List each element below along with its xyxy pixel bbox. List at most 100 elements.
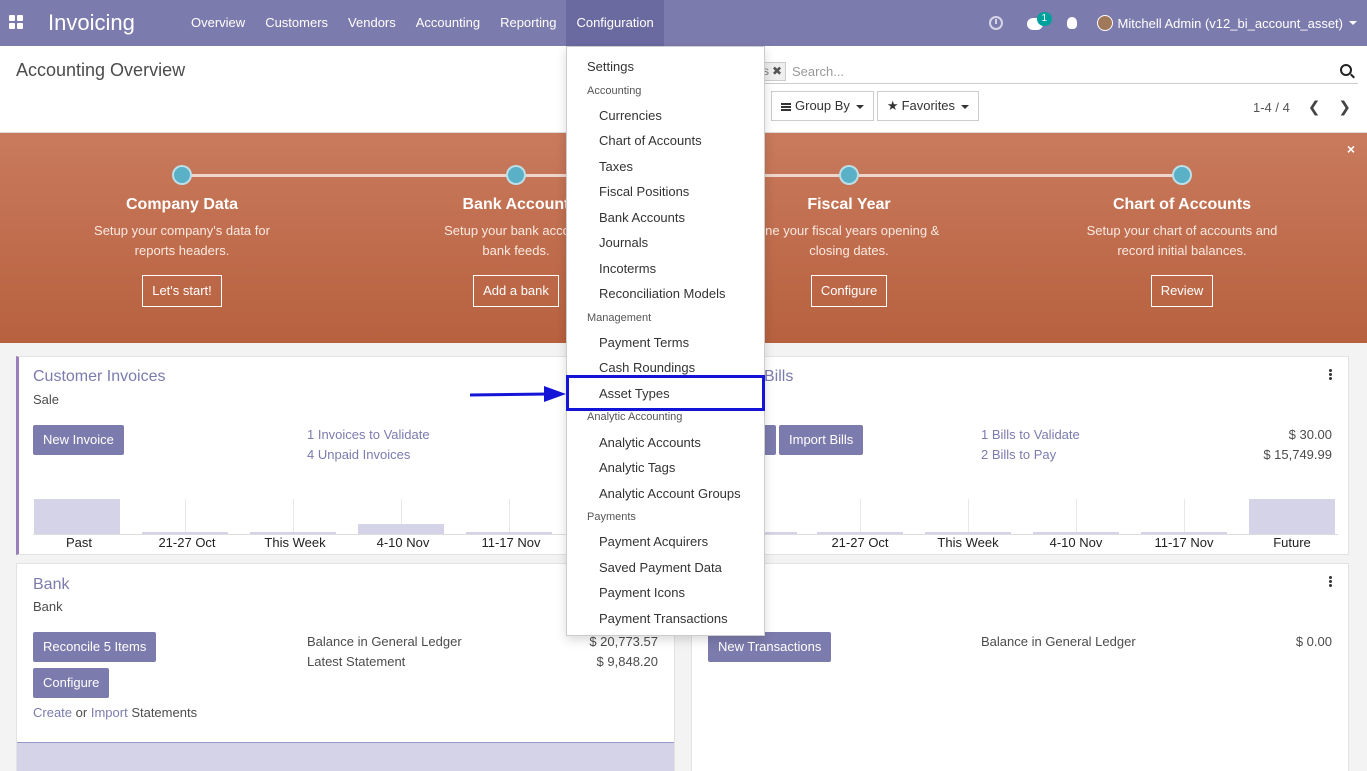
menu-item-payment-icons[interactable]: Payment Icons [599,585,685,600]
menu-vendors[interactable]: Vendors [338,0,406,46]
menu-reporting[interactable]: Reporting [490,0,566,46]
chart-bar [249,532,337,534]
review-button[interactable]: Review [1150,275,1214,307]
card-subtitle: Sale [33,392,60,407]
bills-to-pay-link[interactable]: 2 Bills to Pay [981,447,1056,462]
section-header-management: Management [587,312,652,324]
bills-to-validate-amount: $ 30.00 [1288,427,1332,442]
statements-text: Statements [131,705,198,720]
bars-icon [781,103,791,111]
menu-item-incoterms[interactable]: Incoterms [599,261,656,276]
menu-item-chart-of-accounts[interactable]: Chart of Accounts [599,133,702,148]
bug-icon[interactable] [1066,17,1077,29]
close-icon: ✖ [772,64,783,78]
menu-item-payment-acquirers[interactable]: Payment Acquirers [599,534,708,549]
favorites-button[interactable]: ★ Favorites [876,91,980,121]
menu-item-saved-payment-data[interactable]: Saved Payment Data [599,560,722,575]
menu-item-cash-roundings[interactable]: Cash Roundings [599,360,695,375]
import-bills-button[interactable]: Import Bills [779,425,864,455]
import-link[interactable]: Import [91,705,128,720]
menu-item-payment-transactions[interactable]: Payment Transactions [599,611,728,626]
search-bar[interactable]: s ✖ Search... [740,58,1358,84]
chevron-down-icon [1349,21,1357,25]
create-link[interactable]: Create [33,705,72,720]
chart-tick-label: 4-10 Nov [1049,535,1103,550]
chevron-left-icon[interactable]: ❮ [1308,98,1321,116]
section-header-analytic-accounting: Analytic Accounting [587,411,683,423]
vendor-bills-card: Bills Import Bills 1 Bills to Validate 2… [691,356,1349,555]
avatar [1096,15,1113,31]
kebab-menu-icon[interactable] [1329,369,1332,380]
menu-item-payment-terms[interactable]: Payment Terms [599,335,689,350]
menu-item-taxes[interactable]: Taxes [599,159,633,174]
clock-icon[interactable] [988,16,1003,30]
menu-item-analytic-tags[interactable]: Analytic Tags [599,460,675,475]
balance-label: Balance in General Ledger [307,634,462,649]
card-title[interactable]: Bills [764,368,793,386]
menu-item-fiscal-positions[interactable]: Fiscal Positions [599,184,689,199]
bills-to-validate-link[interactable]: 1 Bills to Validate [981,427,1080,442]
bank-chart-area[interactable] [17,742,674,771]
step-desc: Setup your company's data for [94,223,270,238]
new-transactions-button[interactable]: New Transactions [708,632,832,662]
menu-accounting[interactable]: Accounting [406,0,490,46]
systray: 1 Mitchell Admin (v12_bi_account_asset) [977,0,1367,46]
main-menu: Overview Customers Vendors Accounting Re… [181,0,664,46]
search-input[interactable]: Search... [792,64,844,79]
chart-tick-label: This Week [937,535,999,550]
add-bank-button[interactable]: Add a bank [473,275,559,307]
menu-customers[interactable]: Customers [255,0,338,46]
card-subtitle: Bank [33,599,63,614]
menu-item-analytic-accounts[interactable]: Analytic Accounts [599,435,701,450]
step-dot [172,165,192,185]
balance-label: Balance in General Ledger [981,634,1136,649]
statements-line: Create or Import Statements [33,705,197,720]
invoices-to-validate-link[interactable]: 1 Invoices to Validate [307,427,430,442]
chat-count-badge: 1 [1036,12,1053,26]
chart-tick-label: 21-27 Oct [831,535,889,550]
reconcile-button[interactable]: Reconcile 5 Items [33,632,157,662]
configure-bank-button[interactable]: Configure [33,668,110,698]
lets-start-button[interactable]: Let's start! [142,275,222,307]
unpaid-invoices-link[interactable]: 4 Unpaid Invoices [307,447,410,462]
chat-icon[interactable]: 1 [1026,12,1053,30]
menu-configuration[interactable]: Configuration [566,0,664,46]
filter-buttons: Group By ★ Favorites [771,91,982,121]
menu-item-bank-accounts[interactable]: Bank Accounts [599,210,685,225]
chevron-right-icon[interactable]: ❯ [1338,98,1351,116]
chart-tick-label: Future [1273,535,1311,550]
step-company-data: Company Data Setup your company's data f… [32,163,332,307]
menu-overview[interactable]: Overview [181,0,255,46]
user-name: Mitchell Admin (v12_bi_account_asset) [1117,15,1343,31]
card-title[interactable]: Customer Invoices [33,368,166,386]
chart-bar [465,532,553,534]
latest-statement-label: Latest Statement [307,654,406,669]
chart-bar [1032,532,1120,534]
kebab-menu-icon[interactable] [1329,576,1332,587]
menu-item-journals[interactable]: Journals [599,235,648,250]
close-icon[interactable]: × [1347,141,1355,157]
step-desc: reports headers. [134,243,230,258]
chart-tick-label: 11-17 Nov [1154,535,1214,550]
step-chart-of-accounts: Chart of Accounts Setup your chart of ac… [1032,163,1332,307]
search-icon[interactable] [1340,64,1352,76]
arrow-right-icon [470,386,566,402]
step-dot [839,165,859,185]
bills-chart[interactable] [764,499,1338,535]
group-by-button[interactable]: Group By [771,91,874,121]
apps-icon[interactable] [9,15,23,29]
menu-item-analytic-account-groups[interactable]: Analytic Account Groups [599,486,741,501]
card-title[interactable]: Bank [33,576,69,594]
user-menu[interactable]: Mitchell Admin (v12_bi_account_asset) [1096,15,1357,31]
pager-value[interactable]: 1-4 / 4 [1253,100,1290,115]
pager: 1-4 / 4 ❮ ❯ [1253,98,1351,116]
chart-tick-label: This Week [264,535,326,550]
menu-item-currencies[interactable]: Currencies [599,108,662,123]
configure-fiscal-button[interactable]: Configure [810,275,888,307]
new-invoice-button[interactable]: New Invoice [33,425,124,455]
menu-item-settings[interactable]: Settings [587,59,634,74]
chart-bar [141,532,229,534]
menu-item-reconciliation-models[interactable]: Reconciliation Models [599,286,725,301]
invoice-chart[interactable] [33,499,573,535]
step-dot [1172,165,1192,185]
